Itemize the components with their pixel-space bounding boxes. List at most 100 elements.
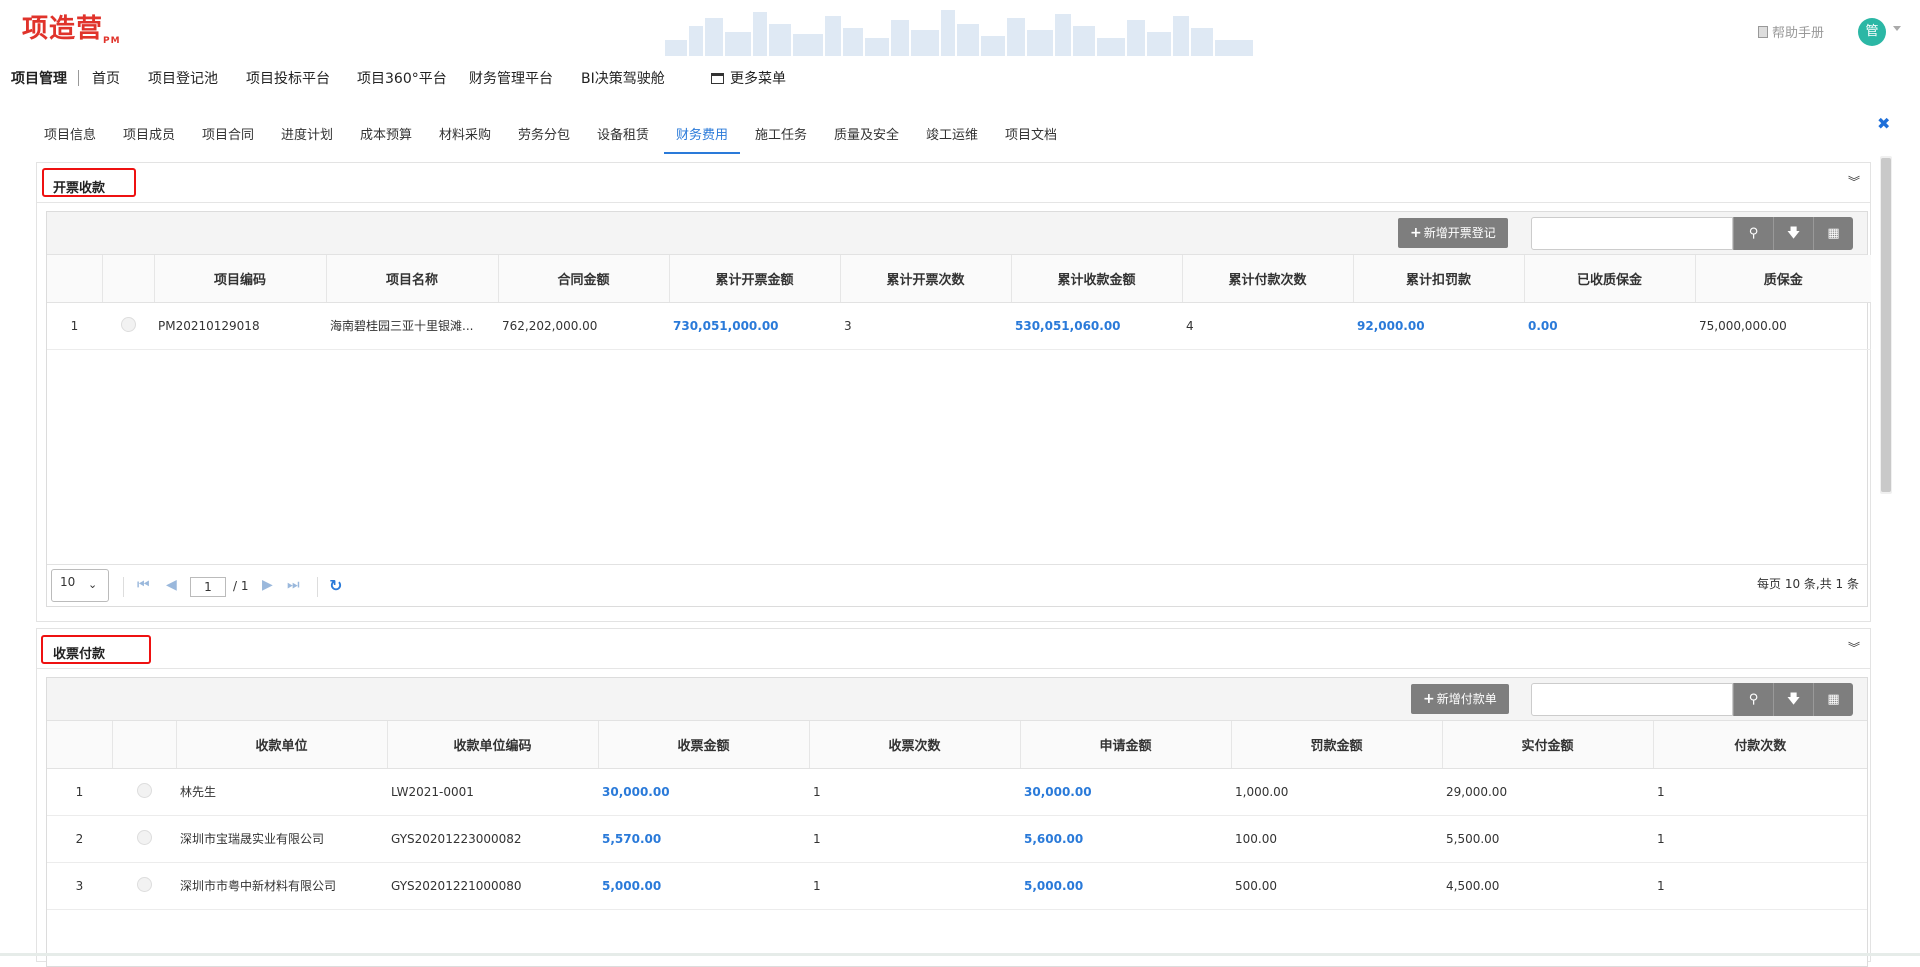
row-select[interactable] — [102, 302, 154, 350]
invoice-grid: + 新增开票登记 ⚲ 🡇 ▦ 项目编码 项目名称 合同金额 累计开票金额 累计开… — [46, 211, 1871, 607]
next-page-icon[interactable]: ▶ — [262, 577, 273, 593]
col-project-code[interactable]: 项目编码 — [154, 255, 327, 303]
cell-payment-count: 1 — [1653, 862, 1867, 910]
search-icon[interactable]: ⚲ — [1733, 217, 1773, 250]
page-number-input[interactable]: 1 — [190, 577, 226, 597]
col-invoiced-amount[interactable]: 累计开票金额 — [669, 255, 841, 303]
pagination-bar: 10 ⌄ ⏮ ◀ 1 / 1 ▶ ⏭ ↻ 每页 10 条,共 1 条 — [47, 564, 1867, 606]
row-radio[interactable] — [120, 316, 136, 332]
columns-icon[interactable]: ▦ — [1813, 683, 1853, 716]
close-icon[interactable]: ✖ — [1877, 114, 1890, 133]
columns-icon[interactable]: ▦ — [1813, 217, 1853, 250]
col-payment-count[interactable]: 累计付款次数 — [1182, 255, 1354, 303]
chevron-down-icon[interactable] — [1893, 26, 1901, 31]
col-apply-amount[interactable]: 申请金额 — [1020, 721, 1232, 769]
tab-material-purchase[interactable]: 材料采购 — [439, 124, 491, 154]
col-received-bill-amount[interactable]: 收票金额 — [598, 721, 810, 769]
nav-item-home[interactable]: 首页 — [92, 68, 120, 88]
tab-finance-cost[interactable]: 财务费用 — [664, 124, 741, 154]
project-subtabs: 项目信息 项目成员 项目合同 进度计划 成本预算 材料采购 劳务分包 设备租赁 … — [0, 110, 1920, 154]
tab-construction-task[interactable]: 施工任务 — [755, 124, 807, 154]
tab-equipment-lease[interactable]: 设备租赁 — [597, 124, 649, 154]
app-logo[interactable]: 项造营PM — [22, 8, 121, 46]
collapse-icon[interactable]: ︾ — [1848, 639, 1860, 656]
cell-apply-amount[interactable]: 5,000.00 — [1020, 862, 1231, 910]
cell-penalty[interactable]: 92,000.00 — [1353, 302, 1524, 350]
page-size-select[interactable]: 10 ⌄ — [51, 569, 109, 602]
row-radio[interactable] — [136, 829, 152, 845]
tab-cost-budget[interactable]: 成本预算 — [360, 124, 412, 154]
download-icon[interactable]: 🡇 — [1773, 683, 1813, 716]
tab-project-docs[interactable]: 项目文档 — [1005, 124, 1057, 154]
cell-received-bill-amount[interactable]: 30,000.00 — [598, 768, 809, 816]
table-row[interactable]: 2 深圳市宝瑞晟实业有限公司 GYS20201223000082 5,570.0… — [47, 815, 1867, 863]
col-payee-unit[interactable]: 收款单位 — [176, 721, 388, 769]
collapse-icon[interactable]: ︾ — [1848, 173, 1860, 190]
tab-quality-safety[interactable]: 质量及安全 — [834, 124, 899, 154]
row-select[interactable] — [112, 768, 176, 816]
first-page-icon[interactable]: ⏮ — [137, 577, 150, 593]
nav-item-more-menu[interactable]: 更多菜单 — [711, 68, 786, 88]
cell-received-amount[interactable]: 530,051,060.00 — [1011, 302, 1182, 350]
col-retention-received[interactable]: 已收质保金 — [1524, 255, 1696, 303]
cell-retention-received[interactable]: 0.00 — [1524, 302, 1695, 350]
search-icon[interactable]: ⚲ — [1733, 683, 1773, 716]
cell-penalty-amount: 500.00 — [1231, 862, 1442, 910]
cell-project-name: 海南碧桂园三亚十里银滩... — [326, 302, 498, 350]
cell-invoiced-amount[interactable]: 730,051,000.00 — [669, 302, 840, 350]
tab-labor-subcontract[interactable]: 劳务分包 — [518, 124, 570, 154]
col-retention[interactable]: 质保金 — [1695, 255, 1871, 303]
table-row[interactable]: 1 林先生 LW2021-0001 30,000.00 1 30,000.00 … — [47, 768, 1867, 816]
add-invoice-button[interactable]: + 新增开票登记 — [1398, 218, 1508, 248]
skyline-illustration — [665, 10, 1253, 56]
panel-header: 收票付款 ︾ — [37, 629, 1870, 669]
cell-apply-amount[interactable]: 30,000.00 — [1020, 768, 1231, 816]
col-received-bill-count[interactable]: 收票次数 — [809, 721, 1021, 769]
add-payment-label: 新增付款单 — [1436, 692, 1497, 706]
table-header-row: 收款单位 收款单位编码 收票金额 收票次数 申请金额 罚款金额 实付金额 付款次… — [47, 721, 1867, 769]
col-contract-amount[interactable]: 合同金额 — [498, 255, 670, 303]
refresh-icon[interactable]: ↻ — [329, 576, 342, 595]
add-payment-button[interactable]: + 新增付款单 — [1411, 684, 1509, 714]
nav-item-project-pool[interactable]: 项目登记池 — [148, 68, 218, 88]
col-payment-count[interactable]: 付款次数 — [1653, 721, 1867, 769]
nav-item-bidding[interactable]: 项目投标平台 — [246, 68, 330, 88]
col-invoice-count[interactable]: 累计开票次数 — [840, 255, 1012, 303]
download-icon[interactable]: 🡇 — [1773, 217, 1813, 250]
col-received-amount[interactable]: 累计收款金额 — [1011, 255, 1183, 303]
tab-project-contract[interactable]: 项目合同 — [202, 124, 254, 154]
row-radio[interactable] — [136, 876, 152, 892]
table-row[interactable]: 1 PM20210129018 海南碧桂园三亚十里银滩... 762,202,0… — [47, 302, 1871, 350]
cell-received-bill-amount[interactable]: 5,570.00 — [598, 815, 809, 863]
vertical-scrollbar[interactable] — [1880, 156, 1892, 494]
invoice-table: 项目编码 项目名称 合同金额 累计开票金额 累计开票次数 累计收款金额 累计付款… — [47, 255, 1871, 350]
last-page-icon[interactable]: ⏭ — [287, 577, 300, 593]
scrollbar-thumb[interactable] — [1881, 158, 1891, 492]
col-penalty-amount[interactable]: 罚款金额 — [1231, 721, 1443, 769]
tab-schedule[interactable]: 进度计划 — [281, 124, 333, 154]
col-project-name[interactable]: 项目名称 — [326, 255, 499, 303]
col-paid-amount[interactable]: 实付金额 — [1442, 721, 1654, 769]
pagination-info: 每页 10 条,共 1 条 — [1757, 577, 1859, 591]
col-payee-code[interactable]: 收款单位编码 — [387, 721, 599, 769]
tab-completion-ops[interactable]: 竣工运维 — [926, 124, 978, 154]
row-radio[interactable] — [136, 782, 152, 798]
col-penalty[interactable]: 累计扣罚款 — [1353, 255, 1525, 303]
prev-page-icon[interactable]: ◀ — [166, 577, 177, 593]
search-input[interactable] — [1531, 683, 1733, 716]
cell-received-bill-amount[interactable]: 5,000.00 — [598, 862, 809, 910]
nav-item-project-360[interactable]: 项目360°平台 — [357, 68, 447, 88]
cell-apply-amount[interactable]: 5,600.00 — [1020, 815, 1231, 863]
help-manual-link[interactable]: 帮助手册 — [1758, 22, 1824, 41]
row-select[interactable] — [112, 862, 176, 910]
tab-project-members[interactable]: 项目成员 — [123, 124, 175, 154]
table-row[interactable]: 3 深圳市市粤中新材料有限公司 GYS20201221000080 5,000.… — [47, 862, 1867, 910]
row-select[interactable] — [112, 815, 176, 863]
pager-divider — [317, 577, 318, 597]
tab-project-info[interactable]: 项目信息 — [44, 124, 96, 154]
nav-item-finance[interactable]: 财务管理平台 — [469, 68, 553, 88]
nav-item-bi[interactable]: BI决策驾驶舱 — [581, 68, 665, 88]
user-avatar[interactable]: 管 — [1858, 18, 1886, 46]
search-input[interactable] — [1531, 217, 1733, 250]
cell-received-bill-count: 1 — [809, 768, 1020, 816]
